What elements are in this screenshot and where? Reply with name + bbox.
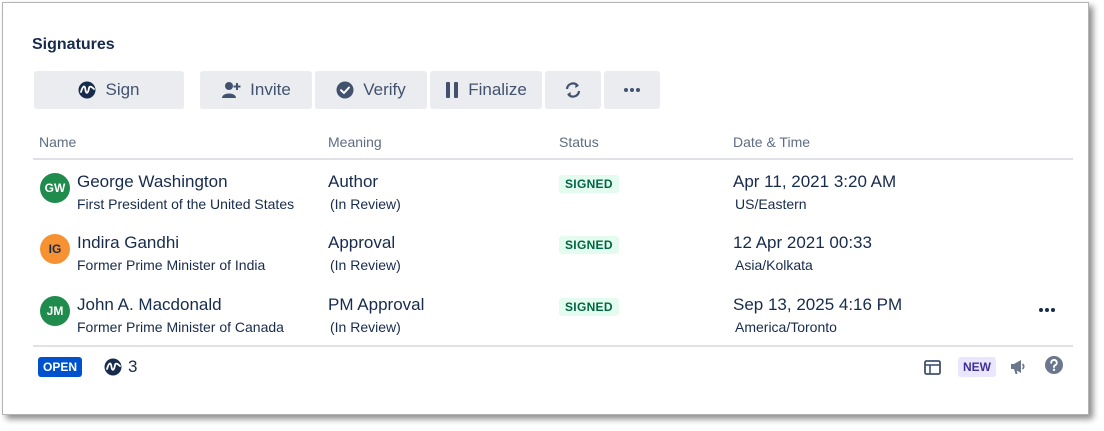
- row-actions-button[interactable]: [1035, 302, 1059, 318]
- table-row: IG Indira Gandhi Former Prime Minister o…: [3, 222, 1088, 280]
- table-row: GW George Washington First President of …: [3, 161, 1088, 219]
- finalize-button-label: Finalize: [468, 80, 527, 99]
- signer-name: George Washington: [77, 172, 228, 191]
- feedback-button[interactable]: [1007, 355, 1029, 377]
- panel-layout-icon: [923, 359, 941, 375]
- signature-icon: [78, 81, 96, 99]
- signer-title: Former Prime Minister of India: [77, 257, 266, 273]
- signature-timezone: US/Eastern: [735, 196, 807, 212]
- sign-button-label: Sign: [105, 80, 140, 99]
- add-user-icon: [222, 82, 241, 98]
- refresh-button[interactable]: [545, 71, 601, 109]
- signer-name: John A. Macdonald: [77, 295, 222, 314]
- column-header-status[interactable]: Status: [559, 134, 599, 150]
- panel-title: Signatures: [32, 36, 115, 53]
- panel-layout-button[interactable]: [922, 357, 942, 377]
- header-divider: [33, 158, 1073, 160]
- avatar: IG: [40, 234, 70, 264]
- megaphone-icon: [1011, 360, 1025, 374]
- status-badge-open: OPEN: [38, 357, 83, 377]
- signature-count: 3: [104, 357, 137, 377]
- meaning-note: (In Review): [330, 257, 401, 273]
- signature-timezone: America/Toronto: [735, 319, 837, 335]
- signature-count-value: 3: [128, 357, 138, 376]
- column-header-meaning[interactable]: Meaning: [328, 134, 382, 150]
- verify-button[interactable]: Verify: [315, 71, 427, 109]
- more-actions-button[interactable]: [604, 71, 660, 109]
- help-icon: [1045, 356, 1063, 374]
- more-horizontal-icon: [624, 88, 640, 92]
- signature-date: Sep 13, 2025 4:16 PM: [733, 295, 903, 314]
- signature-icon: [104, 358, 122, 376]
- status-badge: SIGNED: [559, 298, 619, 316]
- more-horizontal-icon: [1039, 308, 1055, 312]
- column-header-date-time[interactable]: Date & Time: [733, 134, 810, 150]
- signature-meaning: PM Approval: [328, 295, 425, 314]
- signature-meaning: Approval: [328, 233, 396, 252]
- column-header-name[interactable]: Name: [39, 134, 76, 150]
- meaning-note: (In Review): [330, 196, 401, 212]
- sign-button[interactable]: Sign: [34, 71, 184, 109]
- meaning-note: (In Review): [330, 319, 401, 335]
- avatar: GW: [40, 173, 70, 203]
- signer-title: Former Prime Minister of Canada: [77, 319, 284, 335]
- table-row: JM John A. Macdonald Former Prime Minist…: [3, 284, 1088, 342]
- pause-icon: [446, 82, 459, 98]
- check-circle-icon: [336, 81, 354, 99]
- status-badge: SIGNED: [559, 236, 619, 254]
- invite-button[interactable]: Invite: [200, 71, 312, 109]
- verify-button-label: Verify: [363, 80, 406, 99]
- signature-meaning: Author: [328, 172, 379, 191]
- signer-name: Indira Gandhi: [77, 233, 180, 252]
- signature-date: Apr 11, 2021 3:20 AM: [733, 172, 897, 191]
- signatures-panel: Signatures Sign Invite Verify Finalize N…: [2, 2, 1089, 415]
- status-badge: SIGNED: [559, 175, 619, 193]
- signer-title: First President of the United States: [77, 196, 295, 212]
- new-badge: NEW: [958, 357, 996, 377]
- signature-timezone: Asia/Kolkata: [735, 257, 813, 273]
- invite-button-label: Invite: [250, 80, 291, 99]
- footer-divider: [33, 345, 1073, 347]
- refresh-icon: [565, 82, 581, 98]
- finalize-button[interactable]: Finalize: [430, 71, 542, 109]
- signature-date: 12 Apr 2021 00:33: [733, 233, 872, 252]
- avatar: JM: [40, 296, 70, 326]
- help-button[interactable]: [1044, 355, 1064, 375]
